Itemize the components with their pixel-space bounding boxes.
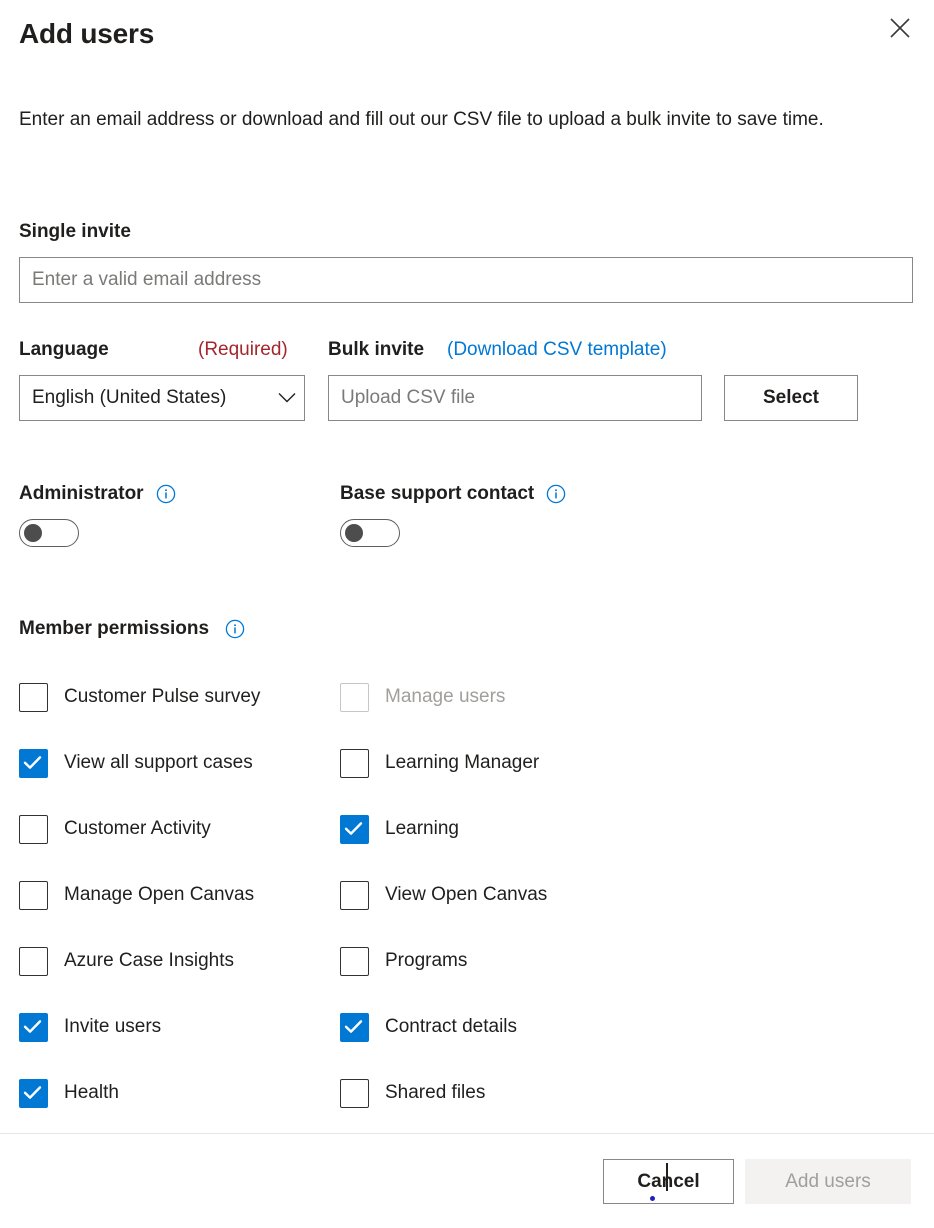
permission-label: Invite users: [64, 1016, 162, 1037]
bulk-invite-label: Bulk invite: [328, 339, 425, 360]
add-users-submit-button[interactable]: Add users: [745, 1159, 911, 1204]
permission-row[interactable]: View all support cases: [19, 730, 339, 796]
permission-checkbox[interactable]: [19, 1078, 48, 1108]
administrator-label: Administrator: [19, 483, 144, 504]
language-select-value: English (United States): [32, 387, 227, 408]
permission-checkbox[interactable]: [19, 880, 48, 910]
chevron-down-icon: [270, 392, 304, 404]
permissions-column-right: Manage users Learning Manager Learning View…: [340, 664, 680, 1126]
permission-row[interactable]: Invite users: [19, 994, 339, 1060]
administrator-toggle[interactable]: [19, 519, 79, 547]
base-support-contact-header: Base support contact: [340, 481, 566, 507]
permission-label: Customer Activity: [64, 818, 211, 839]
base-support-contact-label: Base support contact: [340, 483, 535, 504]
permission-checkbox[interactable]: [19, 814, 48, 844]
base-support-contact-toggle[interactable]: [340, 519, 400, 547]
select-file-button[interactable]: Select: [724, 375, 858, 421]
member-permissions-header: Member permissions: [19, 618, 245, 640]
csv-upload-input[interactable]: [328, 375, 702, 421]
info-icon[interactable]: [225, 619, 245, 639]
permission-row[interactable]: Health: [19, 1060, 339, 1126]
administrator-header: Administrator: [19, 481, 176, 507]
permission-row[interactable]: Contract details: [340, 994, 680, 1060]
cancel-button[interactable]: Cancel: [603, 1159, 734, 1204]
permission-row[interactable]: Programs: [340, 928, 680, 994]
permission-label: Manage users: [385, 686, 506, 707]
permission-label: View Open Canvas: [385, 884, 548, 905]
footer-divider: [0, 1133, 934, 1134]
permission-label: View all support cases: [64, 752, 253, 773]
download-csv-template-link[interactable]: (Download CSV template): [447, 339, 667, 361]
language-required-tag: (Required): [198, 339, 288, 360]
text-caret: [666, 1163, 668, 1191]
permission-checkbox[interactable]: [340, 880, 369, 910]
permission-label: Learning Manager: [385, 752, 540, 773]
permission-row[interactable]: Azure Case Insights: [19, 928, 339, 994]
permission-row[interactable]: Shared files: [340, 1060, 680, 1126]
permission-checkbox[interactable]: [19, 682, 48, 712]
add-users-dialog: Add users Enter an email address or down…: [0, 0, 934, 1228]
mouse-cursor-indicator: [650, 1196, 655, 1201]
permission-label: Azure Case Insights: [64, 950, 235, 971]
dialog-header: Add users: [0, 0, 934, 80]
permission-label: Manage Open Canvas: [64, 884, 255, 905]
single-invite-label: Single invite: [19, 221, 131, 242]
permission-row[interactable]: Learning: [340, 796, 680, 862]
permission-row[interactable]: Manage Open Canvas: [19, 862, 339, 928]
permission-row[interactable]: View Open Canvas: [340, 862, 680, 928]
language-select[interactable]: English (United States): [19, 375, 305, 421]
permission-row[interactable]: Customer Activity: [19, 796, 339, 862]
toggle-knob: [24, 524, 42, 542]
permission-row[interactable]: Customer Pulse survey: [19, 664, 339, 730]
permission-label: Shared files: [385, 1082, 486, 1103]
permission-checkbox[interactable]: [340, 748, 369, 778]
permission-checkbox[interactable]: [19, 1012, 48, 1042]
permission-label: Customer Pulse survey: [64, 686, 261, 707]
email-input[interactable]: [19, 257, 913, 303]
info-icon[interactable]: [546, 484, 566, 504]
permission-label: Health: [64, 1082, 119, 1103]
base-support-contact-toggle-group: Base support contact: [340, 481, 566, 547]
close-icon: [889, 17, 911, 39]
permission-checkbox[interactable]: [340, 946, 369, 976]
permission-checkbox: [340, 682, 369, 712]
toggle-knob: [345, 524, 363, 542]
intro-description: Enter an email address or download and f…: [19, 109, 824, 130]
member-permissions-title: Member permissions: [19, 618, 210, 639]
permission-row[interactable]: Learning Manager: [340, 730, 680, 796]
permission-checkbox[interactable]: [19, 946, 48, 976]
close-button[interactable]: [882, 10, 918, 46]
permission-label: Programs: [385, 950, 468, 971]
administrator-toggle-group: Administrator: [19, 481, 176, 547]
permission-checkbox[interactable]: [340, 1012, 369, 1042]
info-icon[interactable]: [156, 484, 176, 504]
page-title: Add users: [19, 18, 155, 49]
permission-checkbox[interactable]: [340, 1078, 369, 1108]
language-label: Language: [19, 339, 109, 360]
permission-row: Manage users: [340, 664, 680, 730]
permission-label: Learning: [385, 818, 459, 839]
permission-checkbox[interactable]: [19, 748, 48, 778]
permissions-column-left: Customer Pulse survey View all support ca…: [19, 664, 339, 1126]
permission-checkbox[interactable]: [340, 814, 369, 844]
permission-label: Contract details: [385, 1016, 518, 1037]
